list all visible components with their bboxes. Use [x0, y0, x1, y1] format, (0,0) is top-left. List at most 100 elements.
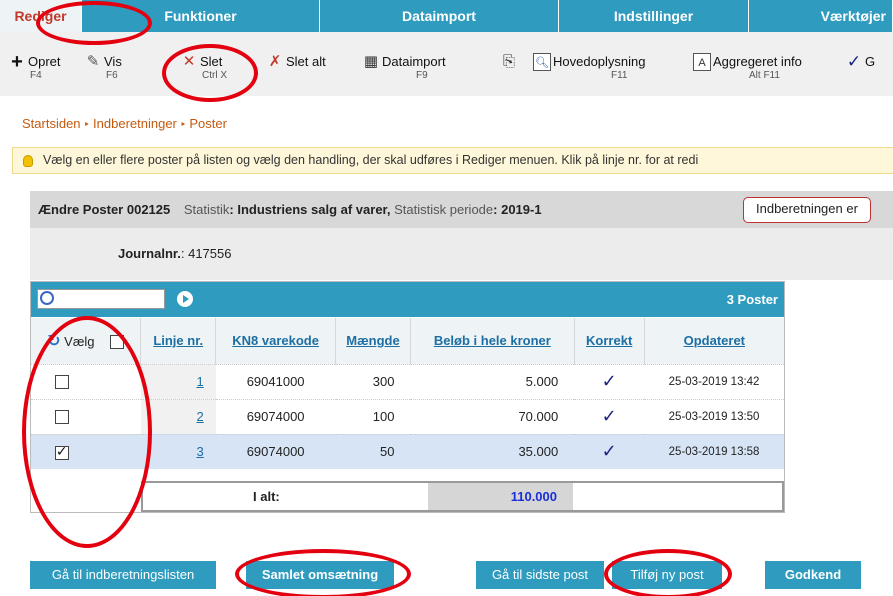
delete-all-icon: ✗	[268, 53, 282, 70]
record-header: Ændre Poster 002125 Statistik: Industrie…	[30, 191, 893, 228]
magnifier-doc-icon: 🔍︎	[533, 53, 551, 71]
breadcrumb-home[interactable]: Startsiden	[22, 116, 81, 131]
correct-cell: ✓	[574, 398, 645, 434]
posts-table: ↻ Vælg Linje nr. KN8 varekode Mængde Bel…	[31, 318, 784, 469]
pencil-icon: ✎	[86, 53, 100, 70]
breadcrumb-posts: Poster	[189, 116, 227, 131]
main-info-button[interactable]: 🔍︎ Hovedoplysning F11	[533, 53, 673, 88]
breadcrumb-reports[interactable]: Indberetninger	[93, 116, 177, 131]
column-kn8-code[interactable]: KN8 varekode	[215, 318, 337, 364]
kn8-code-cell: 69074000	[215, 433, 336, 469]
journal-value: 417556	[188, 246, 232, 261]
kn8-code-cell: 69074000	[215, 398, 336, 434]
posts-panel: 3 Poster ↻ Vælg Linje nr. KN8 varekode M…	[30, 281, 785, 513]
row-checkbox[interactable]	[54, 375, 69, 390]
amount-cell: 70.000	[410, 398, 575, 434]
view-button[interactable]: ✎ Vis F6	[84, 53, 144, 88]
row-checkbox[interactable]	[54, 410, 69, 425]
row-checkbox-checked[interactable]	[54, 443, 69, 460]
period-label: Statistisk periode	[394, 202, 494, 217]
total-value: 110.000	[428, 483, 573, 510]
kn8-code-cell: 69041000	[215, 363, 336, 399]
panel-header: 3 Poster	[31, 282, 784, 317]
import-icon: ▦	[363, 53, 379, 70]
select-column-header: ↻ Vælg	[31, 318, 142, 364]
report-status-button[interactable]: Indberetningen er	[743, 197, 871, 223]
total-turnover-button[interactable]: Samlet omsætning	[246, 561, 394, 589]
delete-button[interactable]: ✕ Slet Ctrl X	[180, 53, 240, 88]
tab-rediger[interactable]: Rediger	[0, 0, 82, 32]
line-number-link[interactable]: 2	[196, 409, 203, 424]
approve-button[interactable]: Godkend	[765, 561, 861, 589]
quantity-cell: 50	[335, 433, 411, 469]
table-row: 2 69074000 100 70.000 ✓ 25-03-2019 13:50	[31, 398, 784, 434]
goto-report-list-button[interactable]: Gå til indberetningslisten	[30, 561, 216, 589]
updated-cell: 25-03-2019 13:58	[644, 433, 784, 469]
correct-cell: ✓	[574, 433, 645, 469]
add-new-post-button[interactable]: Tilføj ny post	[612, 561, 722, 589]
copy-button[interactable]: ⎘	[500, 53, 520, 88]
total-row: I alt: 110.000	[141, 481, 784, 512]
refresh-icon[interactable]: ↻	[47, 333, 60, 350]
aggregate-doc-icon: A	[693, 53, 711, 71]
breadcrumb: Startsiden ‣ Indberetninger ‣ Poster	[22, 116, 227, 131]
journal-label: Journalnr.	[118, 246, 181, 261]
breadcrumb-separator-icon: ‣	[83, 119, 91, 131]
post-count: 3 Poster	[726, 292, 778, 307]
stat-value: Industriens salg af varer,	[237, 202, 391, 217]
tab-vaerktoejer[interactable]: Værktøjer	[749, 0, 893, 32]
column-updated[interactable]: Opdateret	[644, 318, 784, 364]
approve-toolbar-button[interactable]: ✓ G	[845, 52, 893, 88]
line-number-link[interactable]: 3	[196, 444, 203, 459]
line-number-cell: 2	[140, 398, 216, 434]
goto-last-post-button[interactable]: Gå til sidste post	[476, 561, 604, 589]
column-amount[interactable]: Beløb i hele kroner	[410, 318, 575, 364]
info-bar: Vælg en eller flere poster på listen og …	[12, 147, 893, 174]
checkmark-icon: ✓	[601, 406, 617, 426]
record-title: Ændre Poster 002125	[38, 202, 171, 217]
column-correct[interactable]: Korrekt	[574, 318, 645, 364]
main-tab-bar: Rediger Funktioner Dataimport Indstillin…	[0, 0, 893, 32]
updated-cell: 25-03-2019 13:50	[644, 398, 784, 434]
table-row: 1 69041000 300 5.000 ✓ 25-03-2019 13:42	[31, 363, 784, 399]
line-number-link[interactable]: 1	[196, 374, 203, 389]
row-select-cell	[31, 433, 141, 469]
row-select-cell	[31, 398, 141, 434]
table-row-selected: 3 69074000 50 35.000 ✓ 25-03-2019 13:58	[31, 433, 784, 469]
amount-cell: 5.000	[410, 363, 575, 399]
delete-all-button[interactable]: ✗ Slet alt	[266, 53, 346, 88]
breadcrumb-separator-icon: ‣	[179, 119, 187, 131]
tab-dataimport[interactable]: Dataimport	[320, 0, 559, 32]
journal-row: Journalnr.: 417556	[30, 228, 893, 280]
select-all-checkbox[interactable]	[110, 335, 125, 350]
amount-cell: 35.000	[410, 433, 575, 469]
dataimport-button[interactable]: ▦ Dataimport F9	[362, 53, 467, 88]
column-line-no[interactable]: Linje nr.	[140, 318, 217, 364]
info-text: Vælg en eller flere poster på listen og …	[43, 153, 699, 167]
updated-cell: 25-03-2019 13:42	[644, 363, 784, 399]
tab-indstillinger[interactable]: Indstillinger	[559, 0, 749, 32]
quantity-cell: 300	[335, 363, 411, 399]
search-go-icon[interactable]	[177, 291, 193, 307]
tab-funktioner[interactable]: Funktioner	[82, 0, 320, 32]
line-number-cell: 1	[140, 363, 216, 399]
line-number-cell: 3	[140, 433, 216, 469]
stat-label: Statistik	[183, 202, 230, 217]
column-quantity[interactable]: Mængde	[335, 318, 411, 364]
period-value: 2019-1	[501, 202, 542, 217]
delete-x-icon: ✕	[182, 53, 196, 70]
table-header-row: ↻ Vælg Linje nr. KN8 varekode Mængde Bel…	[31, 318, 784, 364]
create-button[interactable]: + Opret F4	[8, 51, 68, 88]
aggregate-info-button[interactable]: A Aggregeret info Alt F11	[693, 53, 813, 88]
correct-cell: ✓	[574, 363, 645, 399]
lightbulb-icon	[23, 155, 33, 167]
search-icon	[40, 291, 54, 305]
plus-icon: +	[11, 51, 23, 73]
checkmark-icon: ✓	[846, 52, 862, 71]
copy-icon: ⎘	[502, 53, 515, 70]
search-input[interactable]	[37, 289, 165, 309]
total-label: I alt:	[253, 489, 280, 504]
row-select-cell	[31, 363, 141, 399]
checkmark-icon: ✓	[601, 371, 617, 391]
quantity-cell: 100	[335, 398, 411, 434]
